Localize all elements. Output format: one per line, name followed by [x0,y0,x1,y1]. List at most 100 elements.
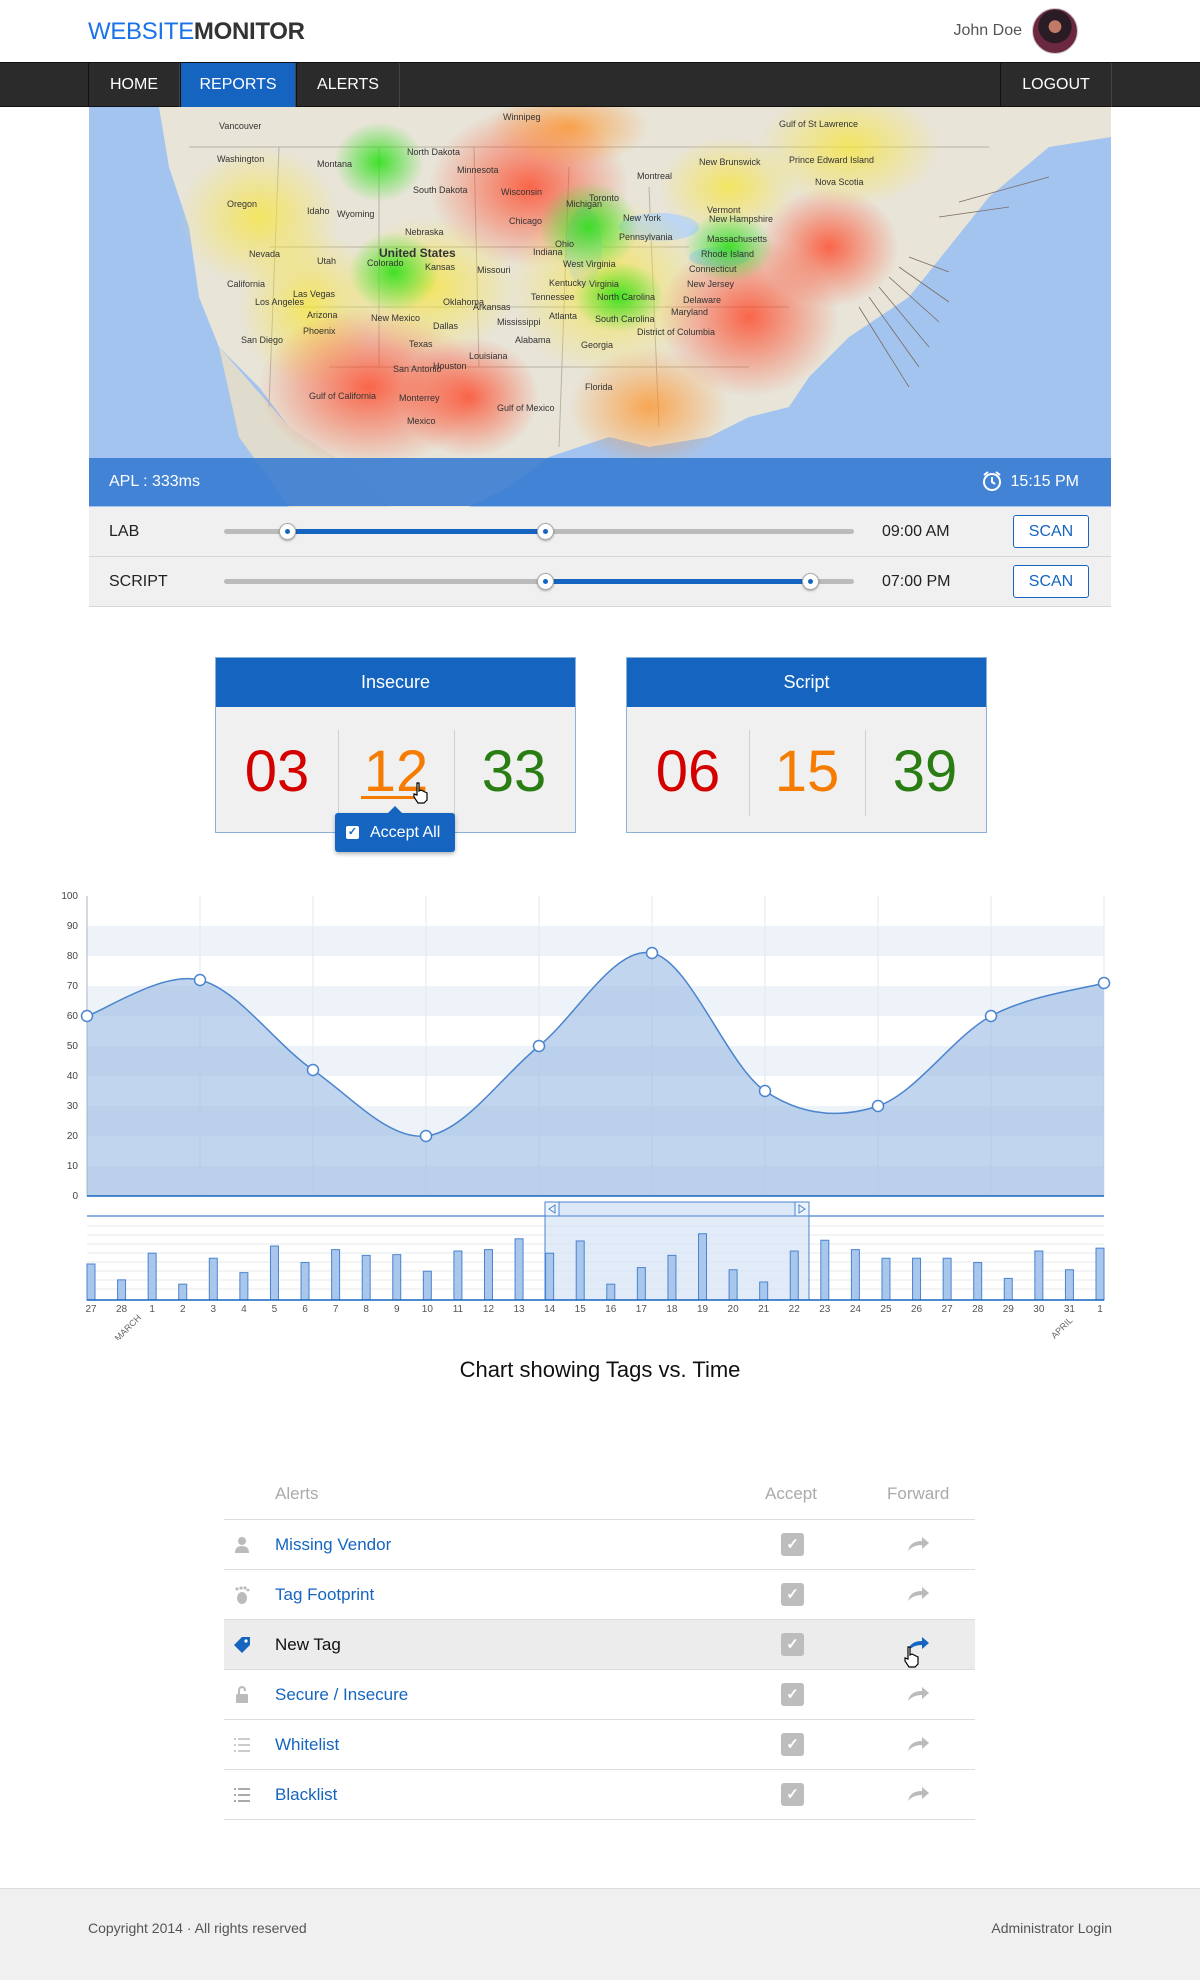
alert-name[interactable]: Whitelist [275,1735,339,1755]
data-point[interactable] [80,1009,94,1023]
x-tick-label: 11 [453,1304,464,1315]
data-point[interactable] [984,1009,998,1023]
heat-map[interactable]: Vancouver Washington Montana North Dakota Mi… [89,107,1111,507]
map-place-label: Rhode Island [701,249,754,259]
stat-value-medium[interactable]: 15 [749,738,865,805]
admin-login-link[interactable]: Administrator Login [991,1920,1112,1936]
range-slider-fill [545,579,810,584]
logo-part-monitor: MONITOR [193,18,305,45]
data-point[interactable] [871,1099,885,1113]
scan-time: 07:00 PM [882,573,951,590]
site-logo[interactable]: WEBSITEMONITOR [88,18,305,46]
data-point[interactable] [306,1063,320,1077]
logo-part-website: WEBSITE [88,18,194,45]
navigator-bar [698,1233,708,1301]
scroll-right-button[interactable] [794,1201,810,1217]
map-canvas: Vancouver Washington Montana North Dakota Mi… [89,107,1111,507]
forward-arrow-icon[interactable] [904,1533,932,1555]
alert-row-new-tag[interactable]: New Tag ✓ [224,1620,975,1670]
popover-caret [388,806,402,813]
navigator-bar [331,1249,341,1301]
map-place-label: New York [623,213,662,223]
y-tick-label: 10 [67,1161,79,1172]
alert-row-missing-vendor[interactable]: Missing Vendor ✓ [224,1520,975,1570]
alarm-clock-icon [983,471,1001,491]
accept-checkbox[interactable]: ✓ [781,1733,804,1756]
data-point[interactable] [193,973,207,987]
scan-row-script: SCRIPT 07:00 PM SCAN [89,557,1111,607]
x-tick-label: 1 [149,1304,155,1315]
y-tick-label: 60 [67,1011,79,1022]
data-point[interactable] [758,1084,772,1098]
x-tick-label: 18 [666,1304,678,1315]
accept-checkbox[interactable]: ✓ [781,1533,804,1556]
x-tick-label: 15 [575,1304,587,1315]
x-tick-label: 28 [116,1304,128,1315]
list-icon [234,1738,250,1752]
forward-arrow-icon[interactable] [904,1783,932,1805]
map-place-label: Phoenix [303,326,336,336]
alert-name[interactable]: Blacklist [275,1785,337,1805]
alert-row-whitelist[interactable]: Whitelist ✓ [224,1720,975,1770]
accept-checkbox[interactable]: ✓ [781,1633,804,1656]
map-place-label: Kansas [425,262,456,272]
map-place-label: Oregon [227,199,257,209]
range-slider-handle-end[interactable] [801,573,819,590]
data-point[interactable] [532,1039,546,1053]
navigator-bar [1034,1250,1044,1301]
forward-arrow-icon[interactable] [904,1733,932,1755]
data-point[interactable] [645,946,659,960]
stat-value-low[interactable]: 33 [456,738,572,805]
map-place-label: District of Columbia [637,327,715,337]
accept-checkbox[interactable]: ✓ [781,1783,804,1806]
logout-button[interactable]: LOGOUT [1000,63,1112,107]
x-tick-label: 6 [302,1304,308,1315]
map-place-label: Colorado [367,258,404,268]
alert-row-blacklist[interactable]: Blacklist ✓ [224,1770,975,1820]
map-place-label: New Mexico [371,313,420,323]
user-name[interactable]: John Doe [954,22,1023,40]
forward-arrow-icon[interactable] [904,1583,932,1605]
forward-arrow-icon[interactable] [904,1683,932,1705]
map-place-label: Monterrey [399,393,440,403]
scan-button[interactable]: SCAN [1013,565,1089,598]
accept-checkbox[interactable]: ✓ [781,1683,804,1706]
avatar[interactable] [1032,8,1078,54]
x-tick-label: 7 [333,1304,339,1315]
y-tick-label: 40 [67,1071,79,1082]
stat-value-low[interactable]: 39 [867,738,983,805]
accept-checkbox[interactable]: ✓ [781,1583,804,1606]
x-tick-label: 25 [880,1304,892,1315]
x-tick-label: 9 [394,1304,400,1315]
nav-home[interactable]: HOME [88,63,180,107]
y-tick-label: 80 [67,951,79,962]
stat-value-medium[interactable]: 12 [338,738,454,805]
data-point[interactable] [1097,976,1111,990]
scan-button[interactable]: SCAN [1013,515,1089,548]
stat-value-high[interactable]: 03 [219,738,335,805]
alert-name[interactable]: Tag Footprint [275,1585,374,1605]
alert-name[interactable]: Secure / Insecure [275,1685,408,1705]
range-slider-handle-start[interactable] [279,523,296,540]
scan-time: 09:00 AM [882,523,950,540]
alert-name[interactable]: New Tag [275,1635,341,1655]
scroll-left-button[interactable] [544,1201,560,1217]
navigator-bar [575,1240,585,1301]
stat-value-high[interactable]: 06 [630,738,746,805]
nav-reports[interactable]: REPORTS [180,63,296,107]
alert-row-tag-footprint[interactable]: Tag Footprint ✓ [224,1570,975,1620]
nav-alerts[interactable]: ALERTS [296,63,400,107]
data-point[interactable] [419,1129,433,1143]
range-slider-handle-end[interactable] [537,523,555,540]
navigator-bar [514,1238,524,1301]
y-tick-label: 0 [72,1191,78,1202]
map-place-label: Indiana [533,247,563,257]
navigator-bar [300,1262,310,1301]
accept-all-button[interactable]: ✓ Accept All [335,813,455,852]
alert-row-secure-insecure[interactable]: Secure / Insecure ✓ [224,1670,975,1720]
tags-time-chart[interactable]: 010203040506070809010027 28 1 2 3 4 5 6 7 8 9 10 11 1… [0,880,1200,1340]
navigator-scrollbar[interactable] [544,1201,810,1217]
range-slider-handle-start[interactable] [537,573,555,590]
alert-name[interactable]: Missing Vendor [275,1535,391,1555]
map-place-label: New Hampshire [709,214,773,224]
